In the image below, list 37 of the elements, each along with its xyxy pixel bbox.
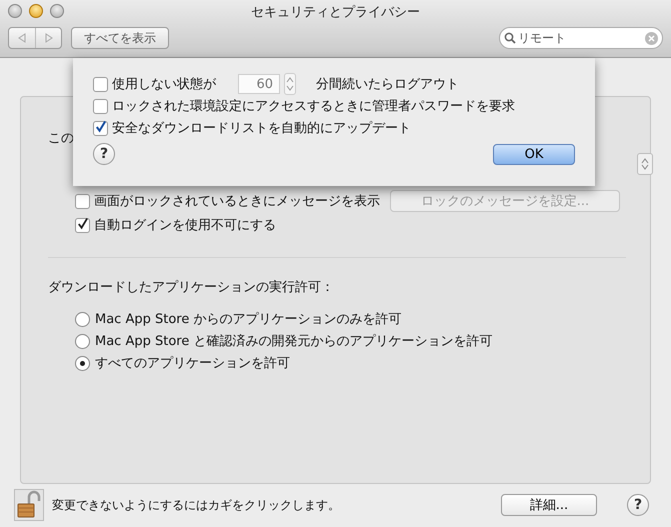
padlock-icon[interactable] bbox=[14, 489, 44, 521]
checkbox-label: 安全なダウンロードリストを自動的にアップデート bbox=[112, 120, 411, 137]
checkbox[interactable] bbox=[75, 194, 90, 208]
checkbox-label: 画面がロックされているときにメッセージを表示 bbox=[94, 193, 380, 210]
partial-text: この bbox=[48, 131, 74, 146]
radio-button[interactable] bbox=[75, 334, 90, 348]
checkbox[interactable] bbox=[75, 218, 90, 232]
show-all-button[interactable]: すべてを表示 bbox=[71, 27, 169, 49]
minimize-button[interactable] bbox=[29, 4, 43, 18]
lock-hint-text: 変更できないようにするにはカギをクリックします。 bbox=[52, 496, 340, 514]
help-button[interactable]: ? bbox=[627, 494, 649, 516]
section-heading: ダウンロードしたアプリケーションの実行許可： bbox=[48, 279, 335, 296]
radio-label: Mac App Store と確認済みの開発元からのアプリケーションを許可 bbox=[95, 333, 492, 350]
close-button[interactable] bbox=[8, 4, 22, 18]
checkbox-label: 使用しない状態が bbox=[112, 76, 216, 93]
window-title: セキュリティとプライバシー bbox=[251, 4, 420, 21]
checkbox[interactable] bbox=[93, 120, 108, 136]
help-button[interactable]: ? bbox=[93, 143, 115, 165]
stepper-icon[interactable] bbox=[284, 73, 296, 95]
radio-button[interactable] bbox=[75, 312, 90, 326]
details-button[interactable]: 詳細... bbox=[501, 494, 597, 516]
right-triangle-icon bbox=[44, 33, 54, 43]
popup-arrows-icon[interactable] bbox=[637, 153, 653, 175]
checkbox[interactable] bbox=[93, 76, 108, 92]
checkbox-label: ロックされた環境設定にアクセスするときに管理者パスワードを要求 bbox=[112, 98, 515, 115]
radio-label: Mac App Store からのアプリケーションのみを許可 bbox=[95, 311, 402, 328]
radio-label: すべてのアプリケーションを許可 bbox=[95, 355, 290, 372]
minutes-label: 分間続いたらログアウト bbox=[316, 76, 459, 93]
checkbox[interactable] bbox=[93, 98, 108, 114]
search-field[interactable]: リモート bbox=[499, 27, 663, 49]
zoom-button[interactable] bbox=[50, 4, 64, 18]
left-triangle-icon bbox=[17, 33, 27, 43]
checkbox-label: 自動ログインを使用不可にする bbox=[94, 217, 276, 234]
clear-icon[interactable] bbox=[645, 32, 658, 44]
minutes-field[interactable]: 60 bbox=[238, 74, 280, 94]
radio-button[interactable] bbox=[75, 356, 90, 370]
ok-button[interactable]: OK bbox=[493, 144, 575, 164]
